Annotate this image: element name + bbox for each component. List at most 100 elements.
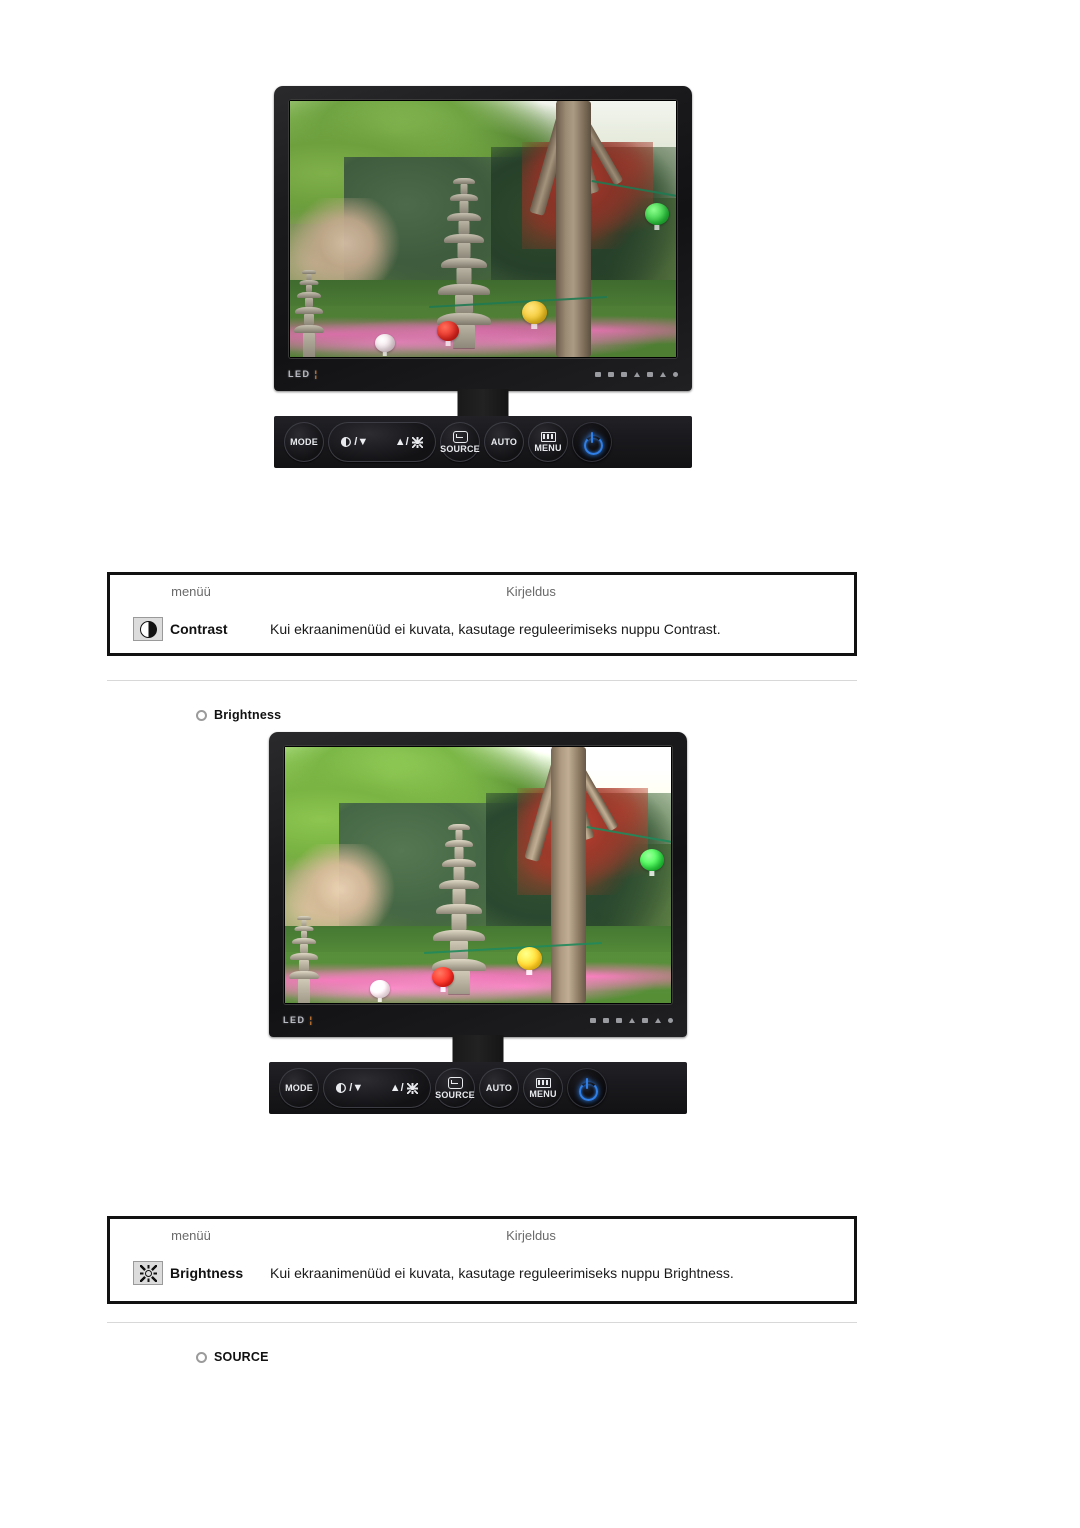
table-row: Contrast Kui ekraanimenüüd ei kuvata, ka… [110, 607, 854, 651]
brightness-icon-box [133, 1261, 163, 1285]
row-menu-name: Contrast [170, 621, 228, 637]
contrast-brightness-rocker[interactable]: /▼ ▲/ [328, 422, 436, 462]
mode-button-label: MODE [290, 437, 318, 447]
monitor-illustration-brightness: LED ¦ MODE /▼ ▲/ SOURCE AUTO MENU [263, 732, 693, 1114]
photo-pagoda-small [293, 269, 324, 357]
contrast-brightness-rocker[interactable]: /▼ ▲/ [323, 1068, 431, 1108]
contrast-icon-box [133, 617, 163, 641]
monitor-bezel: LED ¦ [269, 732, 687, 1037]
source-button-label: SOURCE [440, 443, 480, 454]
mode-button-label: MODE [285, 1083, 313, 1093]
table-header-row: menüü Kirjeldus [110, 575, 854, 607]
screen-photo-garden [290, 101, 676, 357]
triangle-icon [629, 1017, 635, 1023]
brightness-up-button[interactable]: ▲/ [390, 1082, 418, 1094]
source-button-label: SOURCE [435, 1089, 475, 1100]
photo-lantern-yellow [521, 300, 547, 324]
source-icon [452, 430, 468, 443]
row-description: Kui ekraanimenüüd ei kuvata, kasutage re… [270, 621, 721, 637]
monitor-stand-neck [452, 1035, 504, 1065]
pencil-icon [608, 371, 614, 377]
mode-button[interactable]: MODE [284, 422, 324, 462]
power-button[interactable] [572, 422, 612, 462]
sun-icon [412, 437, 423, 448]
photo-lantern-white [369, 979, 390, 998]
auto-button[interactable]: AUTO [484, 422, 524, 462]
led-label: LED ¦ [283, 1015, 312, 1025]
contrast-down-button[interactable]: /▼ [341, 436, 368, 448]
pencil-icon [603, 1017, 609, 1023]
source-button[interactable]: SOURCE [440, 422, 480, 462]
menu-button[interactable]: MENU [528, 422, 568, 462]
auto-button-label: AUTO [490, 437, 518, 447]
monitor-control-panel: MODE /▼ ▲/ SOURCE AUTO MENU [274, 416, 692, 468]
photo-lantern-yellow [516, 946, 542, 970]
led-label-text: LED [283, 1015, 306, 1025]
monitor-screen [288, 99, 678, 359]
contrast-icon [336, 1083, 347, 1093]
bezel-led-strip: LED ¦ [288, 364, 678, 384]
monitor-control-panel: MODE /▼ ▲/ SOURCE AUTO MENU [269, 1062, 687, 1114]
bezel-led-strip: LED ¦ [283, 1010, 673, 1030]
photo-lantern-red [436, 321, 459, 342]
source-icon [447, 1076, 463, 1089]
minus-icon [590, 1017, 596, 1023]
led-indicator: ¦ [309, 1015, 313, 1025]
brightness-up-label: ▲/ [389, 1082, 404, 1094]
photo-lantern-white [374, 333, 395, 352]
column-header-menu: menüü [171, 583, 211, 599]
auto-button[interactable]: AUTO [479, 1068, 519, 1108]
dot-icon [668, 1017, 673, 1023]
dot-icon [673, 371, 678, 377]
brightness-menu-table: menüü Kirjeldus Brightness Kui ekraanime… [107, 1216, 857, 1304]
bullet-icon [196, 709, 207, 721]
row-icon-cell [126, 1261, 170, 1285]
source-button[interactable]: SOURCE [435, 1068, 475, 1108]
image-icon [616, 1017, 622, 1023]
image-icon [621, 371, 627, 377]
monitor-stand-neck [457, 389, 509, 419]
bullet-icon [196, 1351, 207, 1363]
menu-icon [535, 1077, 551, 1088]
row-menu-name: Brightness [170, 1265, 244, 1281]
table-row: Brightness Kui ekraanimenüüd ei kuvata, … [110, 1251, 854, 1295]
led-indicator: ¦ [314, 369, 318, 379]
triangle-icon [634, 371, 640, 377]
brightness-up-label: ▲/ [394, 436, 409, 448]
column-header-description: Kirjeldus [506, 1227, 556, 1243]
section-divider [107, 680, 857, 681]
minus-icon [595, 371, 601, 377]
column-header-description: Kirjeldus [506, 583, 556, 599]
table-header-row: menüü Kirjeldus [110, 1219, 854, 1251]
mode-button[interactable]: MODE [279, 1068, 319, 1108]
power-button[interactable] [567, 1068, 607, 1108]
power-icon [582, 431, 603, 455]
photo-tree-trunk [556, 101, 592, 357]
triangle-icon [660, 371, 666, 377]
section-divider [107, 1322, 857, 1323]
contrast-down-label: /▼ [354, 436, 369, 448]
section-heading-label: SOURCE [214, 1350, 269, 1364]
section-heading-brightness: Brightness [196, 708, 281, 722]
power-icon [577, 1077, 598, 1101]
row-icon-cell [126, 617, 170, 641]
section-heading-source: SOURCE [196, 1350, 269, 1364]
sun-icon [407, 1083, 418, 1094]
contrast-menu-table: menüü Kirjeldus Contrast Kui ekraanimenü… [107, 572, 857, 656]
monitor-bezel: LED ¦ [274, 86, 692, 391]
column-header-menu: menüü [171, 1227, 211, 1243]
auto-button-label: AUTO [485, 1083, 513, 1093]
monitor-screen [283, 745, 673, 1005]
contrast-down-label: /▼ [349, 1082, 364, 1094]
menu-icon [540, 431, 556, 442]
monitor-illustration-contrast: LED ¦ MODE /▼ ▲/ SOURCE AUTO MENU [268, 86, 698, 468]
brightness-up-button[interactable]: ▲/ [395, 436, 423, 448]
triangle-icon [655, 1017, 661, 1023]
menu-button[interactable]: MENU [523, 1068, 563, 1108]
contrast-down-button[interactable]: /▼ [336, 1082, 363, 1094]
row-description: Kui ekraanimenüüd ei kuvata, kasutage re… [270, 1265, 734, 1281]
led-label: LED ¦ [288, 369, 317, 379]
photo-tree-trunk [551, 747, 587, 1003]
bezel-icon-row [590, 1017, 673, 1023]
sun-icon [140, 1265, 157, 1282]
